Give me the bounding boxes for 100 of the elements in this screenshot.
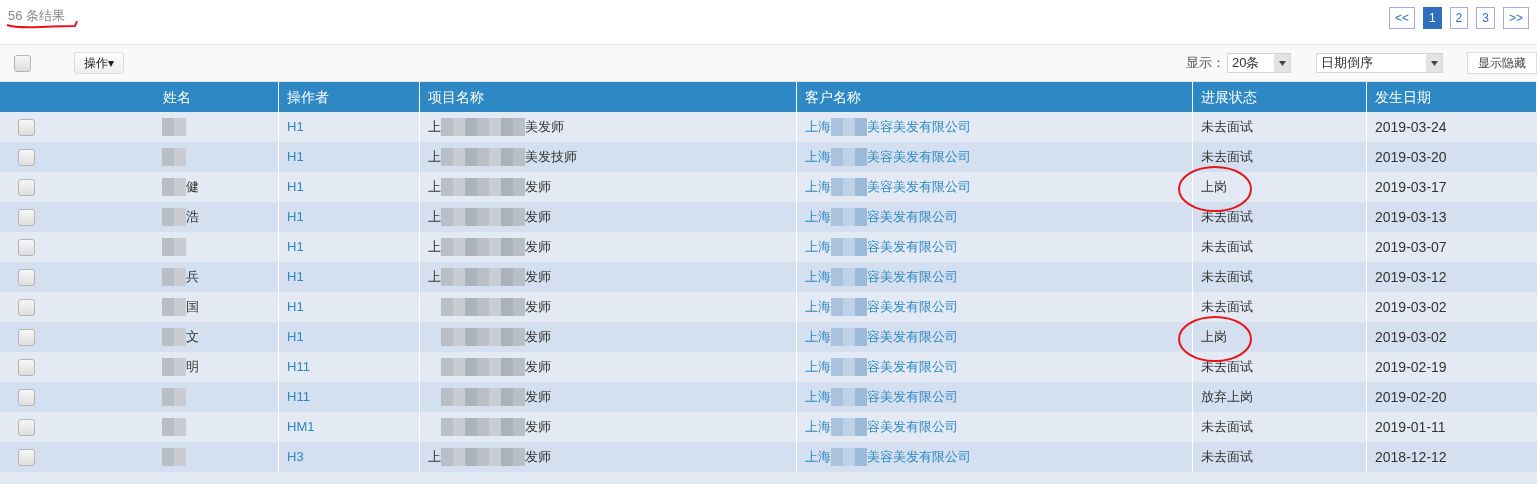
client-link[interactable]: 容美发有限公司	[867, 327, 958, 347]
client-link[interactable]: 上海	[805, 237, 831, 257]
client-link[interactable]: 上海	[805, 387, 831, 407]
table-row[interactable]: 明 H11 发师 上海 容美发有限公司 未去面试 2019-02-19	[0, 352, 1537, 382]
table-row[interactable]: H3 上 发师 上海 美容美发有限公司 未去面试 2018-12-12	[0, 442, 1537, 472]
client-link[interactable]: 容美发有限公司	[867, 387, 958, 407]
client-link[interactable]: 美容美发有限公司	[867, 147, 971, 167]
checkbox[interactable]	[18, 178, 35, 196]
client-link[interactable]: 上海	[805, 447, 831, 467]
checkbox[interactable]	[18, 118, 35, 136]
client-link[interactable]: 上海	[805, 207, 831, 227]
operator-link[interactable]: H1	[287, 177, 304, 197]
page-size-select[interactable]: 20条	[1227, 53, 1291, 73]
pixelated-redaction	[162, 118, 186, 136]
client-link[interactable]: 美容美发有限公司	[867, 447, 971, 467]
action-button[interactable]: 操作▾	[74, 52, 124, 74]
column-header[interactable]: 发生日期	[1375, 86, 1431, 108]
toggle-columns-button[interactable]: 显示隐藏	[1467, 52, 1537, 74]
client-link[interactable]: 上海	[805, 417, 831, 437]
pixelated-redaction	[162, 238, 186, 256]
operator-link[interactable]: H1	[287, 207, 304, 227]
table-cell-text: 上	[428, 268, 441, 287]
checkbox[interactable]	[18, 448, 35, 466]
operator-link[interactable]: HM1	[287, 417, 315, 437]
page-button[interactable]: <<	[1388, 7, 1415, 29]
table-cell-text: 上岗	[1201, 328, 1227, 347]
table-cell-text: 2019-03-07	[1375, 237, 1447, 257]
table-cell-text: 发师	[525, 238, 551, 257]
column-header[interactable]: 项目名称	[428, 86, 484, 108]
column-header[interactable]: 操作者	[287, 86, 329, 108]
client-link[interactable]: 美容美发有限公司	[867, 177, 971, 197]
table-row[interactable]: 国 H1 发师 上海 容美发有限公司 未去面试 2019-03-02	[0, 292, 1537, 322]
client-link[interactable]: 容美发有限公司	[867, 357, 958, 377]
client-link[interactable]: 上海	[805, 267, 831, 287]
table-cell-text: 未去面试	[1201, 118, 1253, 137]
client-link[interactable]: 容美发有限公司	[867, 237, 958, 257]
pixelated-redaction	[831, 118, 867, 136]
page-button[interactable]: 1	[1422, 7, 1442, 29]
table-row[interactable]: HM1 发师 上海 容美发有限公司 未去面试 2019-01-11	[0, 412, 1537, 442]
pixelated-redaction	[831, 448, 867, 466]
client-link[interactable]: 上海	[805, 327, 831, 347]
client-link[interactable]: 上海	[805, 297, 831, 317]
checkbox[interactable]	[18, 298, 35, 316]
checkbox[interactable]	[18, 268, 35, 286]
table-row[interactable]: H1 上 发师 上海 容美发有限公司 未去面试 2019-03-07	[0, 232, 1537, 262]
operator-link[interactable]: H11	[287, 357, 310, 377]
checkbox[interactable]	[18, 388, 35, 406]
table-row[interactable]: H1 上 美发师 上海 美容美发有限公司 未去面试 2019-03-24	[0, 112, 1537, 142]
operator-link[interactable]: H1	[287, 267, 304, 287]
table-row[interactable]: 浩 H1 上 发师 上海 容美发有限公司 未去面试 2019-03-13	[0, 202, 1537, 232]
table-cell-text: 健	[186, 178, 199, 197]
client-link[interactable]: 容美发有限公司	[867, 417, 958, 437]
table-cell-text: 2019-02-19	[1375, 357, 1447, 377]
table-cell-text: 上	[428, 208, 441, 227]
operator-link[interactable]: H1	[287, 237, 304, 257]
column-header[interactable]: 姓名	[163, 86, 191, 108]
checkbox[interactable]	[18, 208, 35, 226]
operator-link[interactable]: H1	[287, 147, 304, 167]
checkbox[interactable]	[18, 148, 35, 166]
operator-link[interactable]: H1	[287, 297, 304, 317]
column-header[interactable]: 客户名称	[805, 86, 861, 108]
table-cell-text: 明	[186, 358, 199, 377]
checkbox[interactable]	[18, 418, 35, 436]
operator-link[interactable]: H3	[287, 447, 304, 467]
table-cell-text: 未去面试	[1201, 238, 1253, 257]
pixelated-redaction	[162, 208, 186, 226]
operator-link[interactable]: H1	[287, 327, 304, 347]
client-link[interactable]: 容美发有限公司	[867, 297, 958, 317]
operator-link[interactable]: H1	[287, 117, 304, 137]
table-row[interactable]: H1 上 美发技师 上海 美容美发有限公司 未去面试 2019-03-20	[0, 142, 1537, 172]
client-link[interactable]: 上海	[805, 147, 831, 167]
table-row[interactable]: H11 发师 上海 容美发有限公司 放弃上岗 2019-02-20	[0, 382, 1537, 412]
table-cell-text: 上	[428, 178, 441, 197]
client-link[interactable]: 容美发有限公司	[867, 207, 958, 227]
client-link[interactable]: 容美发有限公司	[867, 267, 958, 287]
table-row[interactable]: 文 H1 发师 上海 容美发有限公司 上岗 2019-03-02	[0, 322, 1537, 352]
checkbox[interactable]	[18, 328, 35, 346]
page-button[interactable]: 3	[1476, 7, 1495, 29]
client-link[interactable]: 美容美发有限公司	[867, 117, 971, 137]
table-cell-text: 未去面试	[1201, 148, 1253, 167]
table-cell-text: 上	[428, 148, 441, 167]
table-cell-text: 未去面试	[1201, 268, 1253, 287]
client-link[interactable]: 上海	[805, 177, 831, 197]
page-button[interactable]: >>	[1503, 7, 1529, 29]
column-header[interactable]: 进展状态	[1201, 86, 1257, 108]
operator-link[interactable]: H11	[287, 387, 310, 407]
client-link[interactable]: 上海	[805, 357, 831, 377]
table-row[interactable]: 兵 H1 上 发师 上海 容美发有限公司 未去面试 2019-03-12	[0, 262, 1537, 292]
checkbox[interactable]	[18, 238, 35, 256]
pixelated-redaction	[831, 238, 867, 256]
checkbox[interactable]	[14, 54, 31, 72]
table-cell-text: 文	[186, 328, 199, 347]
checkbox[interactable]	[18, 358, 35, 376]
table-cell-text: 2019-02-20	[1375, 387, 1447, 407]
sort-select[interactable]: 日期倒序	[1316, 53, 1443, 73]
client-link[interactable]: 上海	[805, 117, 831, 137]
page-button[interactable]: 2	[1449, 7, 1469, 29]
table-cell-text: 未去面试	[1201, 208, 1253, 227]
table-row[interactable]: 健 H1 上 发师 上海 美容美发有限公司 上岗 2019-03-17	[0, 172, 1537, 202]
table-cell-text: 发师	[525, 268, 551, 287]
